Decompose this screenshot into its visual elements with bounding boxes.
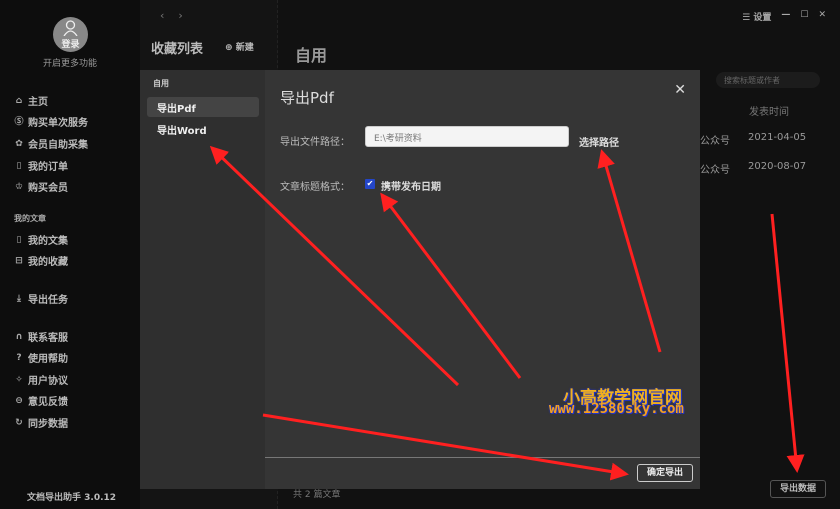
forward-button[interactable]: › xyxy=(178,9,196,22)
include-date-label[interactable]: 携带发布日期 xyxy=(381,178,441,193)
inbox-icon: ⊟ xyxy=(15,255,23,266)
close-modal-button[interactable]: ✕ xyxy=(674,82,686,98)
export-modal: 导出Pdf ✕ 导出文件路径： E:\考研资料 选择路径 文章标题格式： ✔ 携… xyxy=(265,70,700,489)
download-icon: ⤓ xyxy=(17,293,21,304)
maximize-button[interactable]: ☐ xyxy=(800,10,808,23)
home-icon: ⌂ xyxy=(15,95,23,106)
arrow-to-export-data xyxy=(770,213,805,473)
row-date: 2020-08-07 xyxy=(748,161,807,172)
page-title: 自用 xyxy=(295,46,328,65)
plus-circle-icon: ⊕ xyxy=(225,43,236,53)
close-window-button[interactable]: ✕ xyxy=(818,10,826,23)
confirm-export-button[interactable]: 确定导出 xyxy=(637,464,693,482)
search-input[interactable]: 搜索标题或作者 xyxy=(716,72,820,88)
settings-button[interactable]: ☰ 设置 xyxy=(742,10,771,23)
export-modal-menu: 自用 导出Pdf 导出Word xyxy=(140,70,265,489)
sidebar: 登录 开启更多功能 ⌂ 主页 Ⓢ 购买单次服务 ✿ 会员自助采集 ▯ 我的订单 ♔ 购买会… xyxy=(0,0,140,509)
book-icon: ▯ xyxy=(16,234,22,245)
vip-icon: ♔ xyxy=(14,181,24,192)
watermark-url: www.12580sky.com xyxy=(549,401,684,417)
favorites-title: 收藏列表 xyxy=(151,42,204,57)
history-nav: ‹› xyxy=(160,9,197,22)
nav-sync[interactable]: ↻ 同步数据 xyxy=(14,415,68,431)
nav-support[interactable]: ∩ 联系客服 xyxy=(14,329,68,345)
coin-icon: Ⓢ xyxy=(14,116,24,127)
include-date-checkbox[interactable]: ✔ xyxy=(365,179,375,189)
row-date: 2021-04-05 xyxy=(748,132,807,143)
choose-path-button[interactable]: 选择路径 xyxy=(579,134,619,149)
nav-buy-vip[interactable]: ♔ 购买会员 xyxy=(14,179,68,195)
nav-home[interactable]: ⌂ 主页 xyxy=(14,93,48,109)
path-label: 导出文件路径： xyxy=(280,137,350,148)
app-version: 文档导出助手 3.0.12 xyxy=(27,493,117,503)
nav-my-favorites[interactable]: ⊟ 我的收藏 xyxy=(14,253,68,269)
section-my-articles: 我的文章 xyxy=(14,214,46,223)
export-data-button[interactable]: 导出数据 xyxy=(770,480,826,498)
window-controls: ☰ 设置 — ☐ ✕ xyxy=(742,10,826,23)
row-source: 公众号 xyxy=(700,165,730,176)
modal-title: 导出Pdf xyxy=(280,89,334,107)
sync-icon: ↻ xyxy=(15,417,23,428)
order-icon: ▯ xyxy=(16,160,22,171)
back-button[interactable]: ‹ xyxy=(160,9,178,22)
nav-my-collections[interactable]: ▯ 我的文集 xyxy=(14,232,68,248)
nav-agreement[interactable]: ✧ 用户协议 xyxy=(14,372,68,388)
chat-icon: ⊖ xyxy=(15,395,23,406)
column-publish-time: 发表时间 xyxy=(749,107,789,118)
login-avatar[interactable]: 登录 xyxy=(53,17,88,52)
nav-member-collect[interactable]: ✿ 会员自助采集 xyxy=(14,136,88,152)
export-path-input[interactable]: E:\考研资料 xyxy=(365,126,569,147)
nav-orders[interactable]: ▯ 我的订单 xyxy=(14,158,68,174)
nav-buy-single[interactable]: Ⓢ 购买单次服务 xyxy=(14,114,88,130)
menu-export-pdf[interactable]: 导出Pdf xyxy=(147,97,259,117)
pin-icon: ✧ xyxy=(15,374,23,385)
gift-icon: ✿ xyxy=(15,138,23,149)
footer-divider xyxy=(265,457,700,458)
menu-icon: ☰ xyxy=(742,13,754,23)
nav-help[interactable]: ? 使用帮助 xyxy=(14,350,68,366)
title-format-label: 文章标题格式： xyxy=(280,182,350,193)
row-source: 公众号 xyxy=(700,136,730,147)
modal-section: 自用 xyxy=(153,79,169,88)
new-folder-button[interactable]: ⊕ 新建 xyxy=(225,40,254,53)
nav-feedback[interactable]: ⊖ 意见反馈 xyxy=(14,393,68,409)
minimize-button[interactable]: — xyxy=(781,10,790,23)
headphones-icon: ∩ xyxy=(15,331,23,342)
user-icon xyxy=(63,20,78,36)
login-hint: 开启更多功能 xyxy=(42,59,97,69)
question-icon: ? xyxy=(16,352,22,363)
nav-export-tasks[interactable]: ⤓ 导出任务 xyxy=(14,291,68,307)
check-icon: ✔ xyxy=(366,179,374,188)
menu-export-word[interactable]: 导出Word xyxy=(147,119,259,139)
